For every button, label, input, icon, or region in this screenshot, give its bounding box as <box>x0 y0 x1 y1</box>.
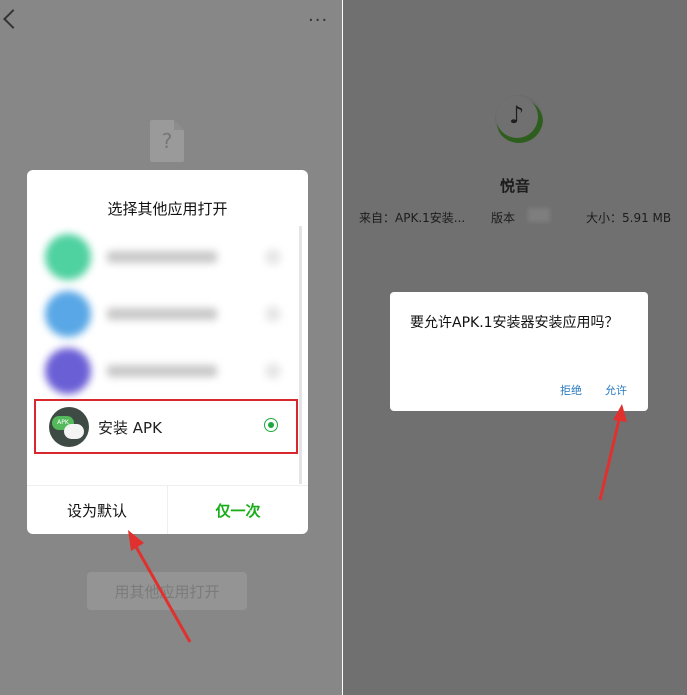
unknown-file-icon: ? <box>150 120 184 162</box>
set-as-default-button[interactable]: 设为默认 <box>27 486 167 534</box>
app-chooser-dialog: 选择其他应用打开 APK 安装 APK 设为默认 仅一次 <box>27 170 308 534</box>
blurred-app-option[interactable] <box>45 348 285 394</box>
app-option-install-apk[interactable]: APK 安装 APK <box>34 399 298 454</box>
install-apk-app-icon: APK <box>49 407 89 447</box>
radio-icon <box>265 363 281 379</box>
allow-button[interactable]: 允许 <box>605 382 627 398</box>
deny-button[interactable]: 拒绝 <box>560 382 582 398</box>
selected-radio-icon[interactable] <box>264 418 278 432</box>
app-option-label: 安装 APK <box>98 419 162 437</box>
blurred-label <box>107 308 217 320</box>
app-icon <box>45 348 91 394</box>
back-icon[interactable] <box>3 9 23 29</box>
app-source: 来自：APK.1安装... <box>359 211 466 225</box>
radio-icon <box>265 249 281 265</box>
permission-message: 要允许APK.1安装器安装应用吗？ <box>410 315 619 331</box>
music-note-icon: ♪ <box>509 101 525 129</box>
right-screen: ♪ 悦音 来自：APK.1安装... 版本 大小：5.91 MB 要允许APK.… <box>343 0 687 695</box>
left-screen: ··· ? 用其他应用打开 选择其他应用打开 APK 安装 APK 设为默认 仅… <box>0 0 343 695</box>
open-with-other-app-button[interactable]: 用其他应用打开 <box>87 572 247 610</box>
chat-bubble-icon <box>64 424 84 439</box>
app-icon <box>45 234 91 280</box>
app-icon <box>45 291 91 337</box>
app-version-value-redacted <box>528 208 550 222</box>
app-size: 大小：5.91 MB <box>586 211 672 225</box>
blurred-app-option[interactable] <box>45 234 285 280</box>
install-permission-dialog: 要允许APK.1安装器安装应用吗？ 拒绝 允许 <box>390 292 648 411</box>
chooser-scrollbar[interactable] <box>299 226 302 484</box>
app-version-label: 版本 <box>491 211 516 225</box>
app-name: 悦音 <box>499 177 530 195</box>
blurred-label <box>107 251 217 263</box>
blurred-label <box>107 365 217 377</box>
radio-icon <box>265 306 281 322</box>
just-once-button[interactable]: 仅一次 <box>168 486 308 534</box>
chooser-title: 选择其他应用打开 <box>107 200 228 218</box>
blurred-app-option[interactable] <box>45 291 285 337</box>
more-options-icon[interactable]: ··· <box>308 10 328 31</box>
music-app-icon: ♪ <box>495 95 543 143</box>
